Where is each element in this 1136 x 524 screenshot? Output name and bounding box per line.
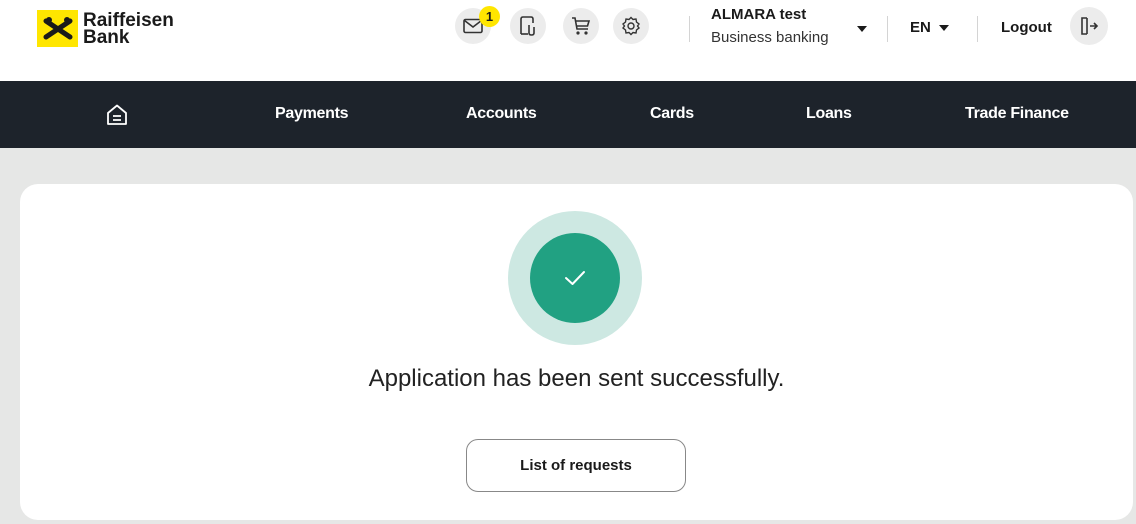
main-navigation: Payments Accounts Cards Loans Trade Fina… — [0, 81, 1136, 148]
language-value: EN — [910, 19, 931, 36]
mobile-signature-button[interactable] — [510, 8, 546, 44]
nav-item-accounts[interactable]: Accounts — [466, 105, 537, 123]
bank-name: Raiffeisen Bank — [83, 9, 174, 48]
logout-label: Logout — [1001, 19, 1052, 36]
nav-item-cards[interactable]: Cards — [650, 105, 694, 123]
messages-count-badge: 1 — [479, 6, 500, 27]
settings-gear-icon — [622, 16, 640, 36]
settings-button[interactable] — [613, 8, 649, 44]
home-icon — [107, 104, 127, 125]
mobile-signature-icon — [520, 16, 535, 36]
user-menu-chevron-down-icon[interactable] — [857, 26, 867, 32]
success-circle — [530, 233, 620, 323]
nav-item-loans[interactable]: Loans — [806, 105, 852, 123]
bank-logo[interactable]: Raiffeisen Bank — [37, 10, 174, 47]
language-chevron-down-icon[interactable] — [939, 25, 949, 31]
cart-button[interactable] — [563, 8, 599, 44]
user-role: Business banking — [711, 29, 829, 46]
checkmark-icon — [565, 271, 585, 285]
logout-button[interactable] — [1070, 7, 1108, 45]
user-account-menu[interactable]: ALMARA test Business banking — [711, 6, 829, 48]
raiffeisen-logo-icon — [37, 10, 78, 47]
cart-icon — [572, 17, 591, 35]
success-indicator — [508, 211, 642, 345]
logout-link[interactable]: Logout — [1001, 19, 1052, 36]
user-name: ALMARA test — [711, 6, 807, 23]
logout-icon — [1081, 17, 1099, 35]
language-selector[interactable]: EN — [910, 19, 931, 36]
header-divider — [887, 16, 888, 42]
success-card: Application has been sent successfully. … — [20, 184, 1133, 520]
nav-item-payments[interactable]: Payments — [275, 105, 349, 123]
top-header: Raiffeisen Bank 1 ALMARA test Business b… — [0, 0, 1136, 81]
bank-name-line2: Bank — [83, 26, 130, 48]
header-divider — [689, 16, 690, 42]
header-divider — [977, 16, 978, 42]
home-button[interactable] — [105, 103, 129, 127]
nav-item-trade-finance[interactable]: Trade Finance — [965, 105, 1069, 123]
success-message: Application has been sent successfully. — [368, 365, 785, 392]
list-of-requests-button[interactable]: List of requests — [466, 439, 686, 492]
bank-name-line1: Raiffeisen — [83, 9, 174, 31]
